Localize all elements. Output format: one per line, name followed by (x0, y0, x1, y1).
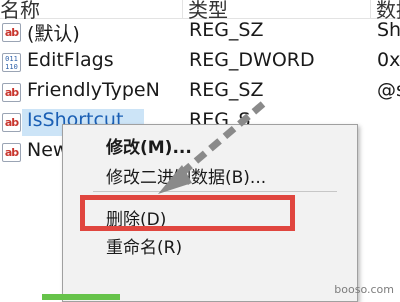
string-value-icon: ab (2, 23, 21, 42)
column-divider[interactable] (182, 0, 183, 18)
value-name: FriendlyTypeN (27, 79, 160, 101)
value-data: @s (377, 79, 400, 101)
value-type: REG_SZ (189, 19, 264, 41)
watermark: booso.com (334, 283, 394, 296)
value-data: 0x0 (377, 49, 400, 71)
string-value-icon: ab (2, 113, 21, 132)
menu-item-modify-binary[interactable]: 修改二进制数据(B)... (106, 163, 266, 188)
registry-value-row[interactable]: 011110 EditFlags REG_DWORD 0x0 (0, 47, 400, 77)
value-type: REG_DWORD (189, 49, 315, 71)
value-type: REG_SZ (189, 79, 264, 101)
column-divider[interactable] (370, 0, 371, 18)
annotation-highlight-box (80, 195, 295, 231)
menu-item-rename[interactable]: 重命名(R) (106, 233, 182, 258)
status-strip (42, 294, 120, 300)
menu-separator (93, 191, 337, 192)
string-value-icon: ab (2, 143, 21, 162)
value-name: (默认) (27, 23, 80, 45)
menu-item-modify[interactable]: 修改(M)... (106, 133, 192, 158)
registry-value-row[interactable]: ab FriendlyTypeN REG_SZ @s (0, 77, 400, 107)
value-name: EditFlags (27, 49, 114, 71)
registry-value-row[interactable]: ab (默认) REG_SZ Sh (0, 17, 400, 47)
string-value-icon: ab (2, 83, 21, 102)
binary-value-icon: 011 110 (2, 53, 21, 72)
value-data: Sh (377, 19, 400, 41)
